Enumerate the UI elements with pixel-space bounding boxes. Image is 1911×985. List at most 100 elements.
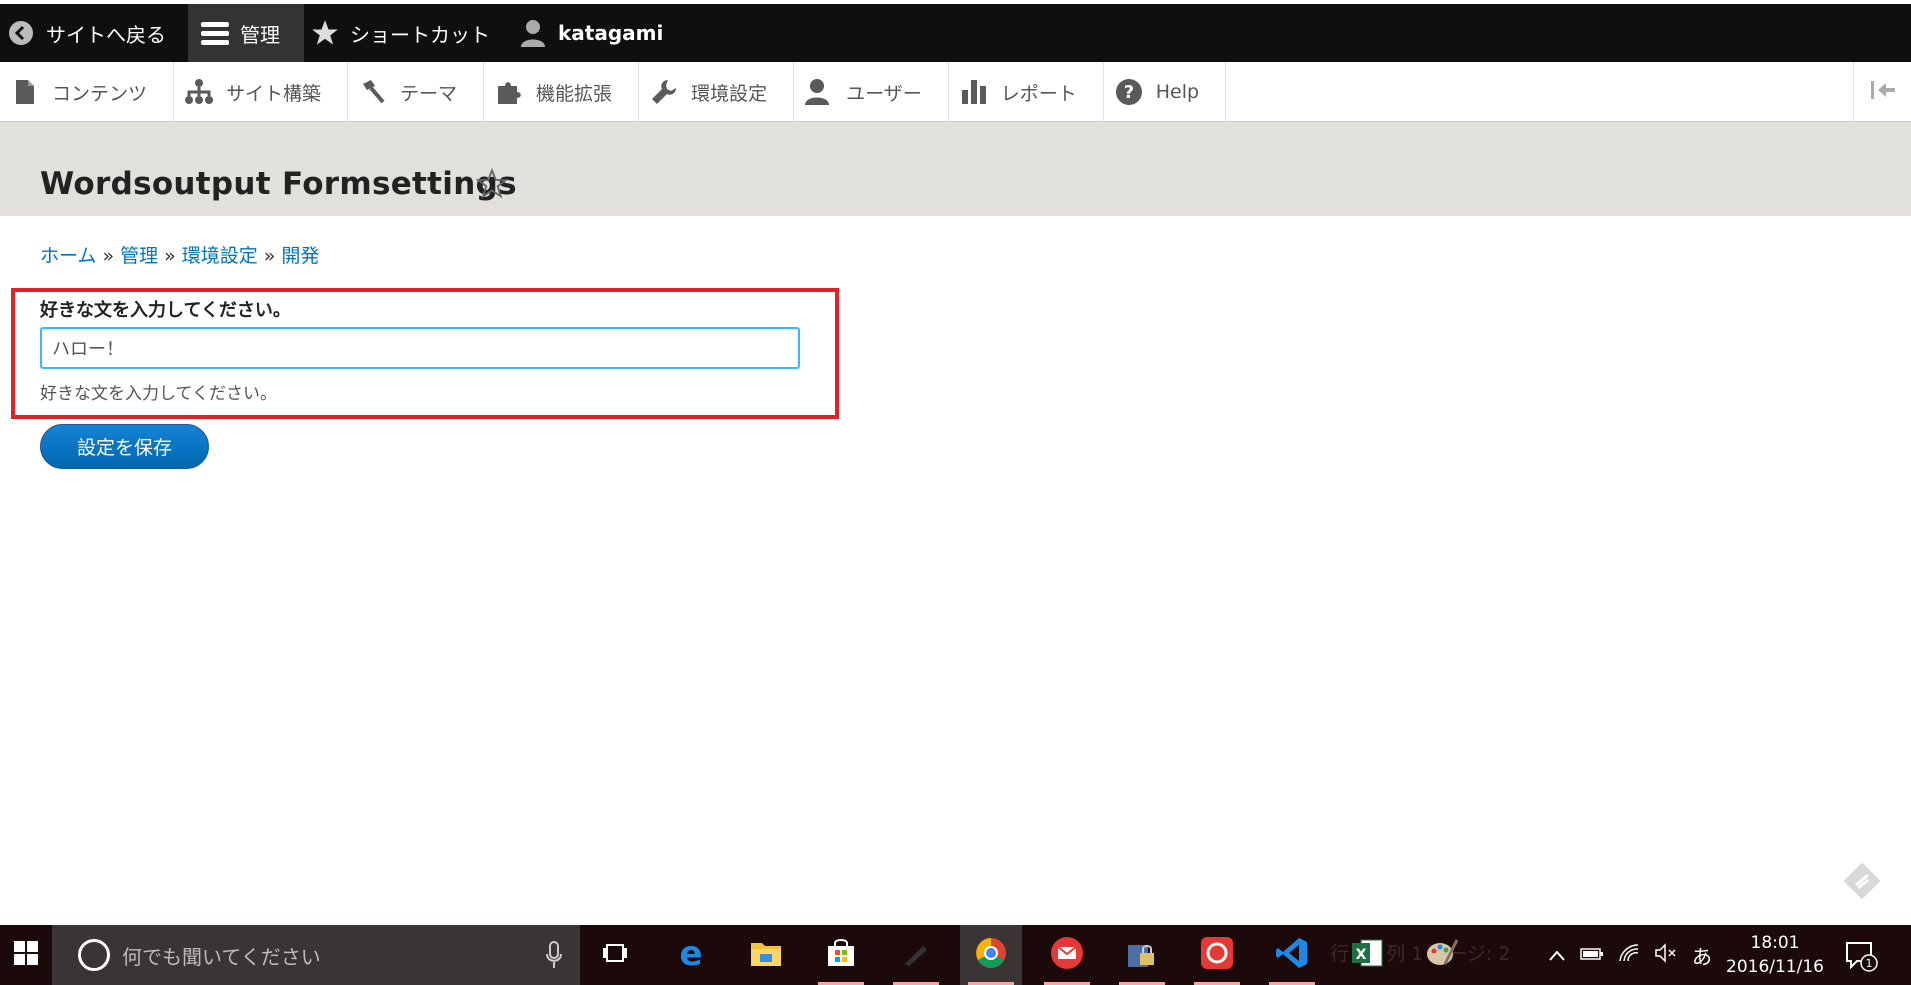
tray-item-content[interactable]: コンテンツ: [0, 62, 175, 122]
task-view-icon: [602, 942, 628, 968]
wifi-icon[interactable]: [1618, 943, 1640, 968]
breadcrumb-separator: »: [263, 245, 276, 267]
chrome-icon: [975, 937, 1007, 973]
notification-count: 1: [1866, 957, 1873, 970]
tray-item-structure[interactable]: サイト構築: [174, 62, 349, 122]
text-field-label: 好きな文を入力してください。: [40, 300, 291, 321]
manage-label: 管理: [240, 22, 280, 47]
svg-text:X: X: [1356, 947, 1367, 963]
pen-icon: [901, 938, 931, 972]
taskbar-explorer[interactable]: [735, 925, 797, 985]
save-settings-button[interactable]: 設定を保存: [40, 424, 209, 469]
paintbrush-icon: [358, 77, 388, 107]
excel-icon: X: [1351, 937, 1383, 973]
breadcrumb-admin[interactable]: 管理: [120, 245, 158, 267]
breadcrumb-separator: »: [102, 245, 115, 267]
microphone-icon[interactable]: [546, 941, 562, 973]
tray-label-extend: 機能拡張: [536, 82, 613, 105]
taskbar-mail[interactable]: [1036, 925, 1098, 985]
tray-item-help[interactable]: ? Help: [1104, 62, 1227, 122]
folder-icon: [750, 939, 782, 971]
tray-label-config: 環境設定: [691, 82, 768, 105]
windows-logo-icon: [14, 941, 38, 969]
vscode-icon: [1275, 936, 1309, 974]
tray-orientation-toggle[interactable]: [1853, 62, 1911, 122]
windows-taskbar: 何でも聞いてください e 行 1、列 1 ページ: 2 X あ 18:01 20…: [0, 925, 1911, 985]
breadcrumb-home[interactable]: ホーム: [40, 245, 96, 267]
taskbar-excel[interactable]: X: [1336, 925, 1398, 985]
tray-item-people[interactable]: ユーザー: [794, 62, 949, 122]
taskbar-app-lock[interactable]: [1111, 925, 1173, 985]
wrench-icon: [649, 77, 679, 107]
tray-label-people: ユーザー: [846, 82, 922, 105]
text-field-description: 好きな文を入力してください。: [40, 384, 277, 404]
document-icon: [10, 77, 40, 107]
taskbar-vscode[interactable]: [1261, 925, 1323, 985]
username-label: katagami: [558, 21, 664, 45]
user-tab[interactable]: katagami: [512, 4, 685, 62]
palette-icon: [1425, 936, 1459, 974]
admin-toolbar: サイトへ戻る 管理 ショートカット katagami: [0, 0, 1911, 62]
help-icon: ?: [1114, 77, 1144, 107]
back-to-site-label: サイトへ戻る: [46, 22, 166, 47]
chevron-up-icon[interactable]: [1548, 943, 1566, 967]
tray-item-reports[interactable]: レポート: [949, 62, 1104, 122]
breadcrumb: ホーム» 管理» 環境設定» 開発: [40, 241, 319, 268]
tray-item-extend[interactable]: 機能拡張: [484, 62, 640, 122]
cortana-search-box[interactable]: 何でも聞いてください: [52, 925, 580, 985]
security-icon: [1200, 936, 1234, 974]
store-bag-icon: [826, 938, 856, 972]
back-to-site-link[interactable]: サイトへ戻る: [0, 4, 188, 62]
tray-label-structure: サイト構築: [226, 82, 322, 105]
taskbar-app-pen[interactable]: [885, 925, 947, 985]
tray-item-config[interactable]: 環境設定: [639, 62, 795, 122]
shortcuts-label: ショートカット: [350, 22, 490, 47]
text-input[interactable]: [40, 327, 800, 369]
clock-time: 18:01: [1750, 933, 1800, 953]
action-center-icon[interactable]: 1: [1843, 937, 1879, 973]
mail-icon: [1050, 936, 1084, 974]
sitemap-icon: [184, 77, 214, 107]
hamburger-icon: [200, 18, 230, 48]
taskbar-store[interactable]: [810, 925, 872, 985]
breadcrumb-separator: »: [164, 245, 176, 267]
shortcut-star-icon[interactable]: [475, 167, 509, 200]
puzzle-icon: [494, 77, 524, 107]
bar-chart-icon: [959, 77, 989, 107]
feed-icon[interactable]: [1843, 862, 1881, 900]
lock-icon: [1126, 937, 1158, 973]
people-icon: [804, 77, 834, 107]
taskbar-chrome[interactable]: [960, 925, 1022, 985]
taskbar-security[interactable]: [1186, 925, 1248, 985]
edge-icon: e: [675, 934, 707, 974]
volume-muted-icon[interactable]: [1654, 942, 1678, 968]
tray-item-theme[interactable]: テーマ: [348, 62, 485, 122]
system-tray: あ: [1548, 925, 1726, 985]
ime-indicator[interactable]: あ: [1692, 941, 1712, 970]
page-title: Wordsoutput Formsettings: [40, 166, 517, 202]
admin-tray: コンテンツ サイト構築 テーマ 機能拡張 環境設定 ユーザー レポート ? He…: [0, 62, 1911, 122]
clock[interactable]: 18:01 2016/11/16: [1723, 931, 1827, 979]
start-button[interactable]: [0, 925, 52, 985]
shortcuts-tab[interactable]: ショートカット: [304, 4, 512, 62]
manage-tab[interactable]: 管理: [188, 4, 304, 62]
tray-label-reports: レポート: [1000, 82, 1077, 105]
taskbar-paint[interactable]: [1411, 925, 1473, 985]
battery-icon[interactable]: [1580, 943, 1604, 967]
taskbar-edge[interactable]: e: [660, 925, 722, 985]
svg-text:e: e: [679, 937, 702, 969]
search-placeholder: 何でも聞いてください: [122, 944, 321, 969]
svg-text:?: ?: [1123, 82, 1133, 103]
clock-date: 2016/11/16: [1726, 957, 1824, 977]
star-icon: [310, 18, 340, 48]
collapse-left-icon: [1870, 79, 1896, 105]
user-icon: [518, 18, 548, 48]
tray-label-help: Help: [1155, 81, 1200, 103]
breadcrumb-config[interactable]: 環境設定: [182, 245, 258, 267]
tray-label-theme: テーマ: [400, 82, 458, 105]
breadcrumb-development[interactable]: 開発: [281, 245, 319, 267]
chevron-left-circle-icon: [6, 18, 36, 48]
tray-label-content: コンテンツ: [52, 82, 148, 105]
cortana-icon: [78, 939, 110, 971]
task-view-button[interactable]: [584, 925, 646, 985]
